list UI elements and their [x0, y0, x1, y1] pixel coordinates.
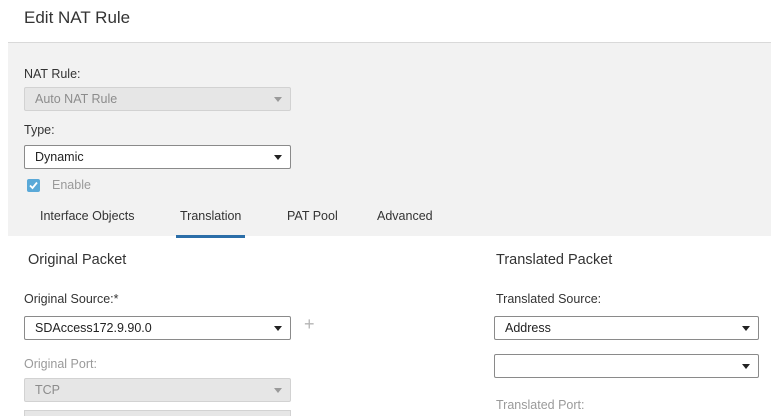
nat-rule-select[interactable]: Auto NAT Rule — [24, 87, 291, 111]
translated-port-label: Translated Port: — [496, 398, 585, 412]
type-label: Type: — [24, 123, 55, 137]
type-value: Dynamic — [35, 150, 84, 164]
original-port-select[interactable]: TCP — [24, 378, 291, 402]
original-source-value: SDAccess172.9.90.0 — [35, 321, 152, 335]
nat-rule-label: NAT Rule: — [24, 67, 81, 81]
type-select[interactable]: Dynamic — [24, 145, 291, 169]
check-icon — [29, 181, 38, 190]
tab-advanced[interactable]: Advanced — [377, 205, 433, 238]
tab-translation[interactable]: Translation — [176, 205, 246, 238]
enable-checkbox[interactable] — [27, 179, 40, 192]
original-port-value: TCP — [35, 383, 60, 397]
nat-rule-value: Auto NAT Rule — [35, 92, 118, 106]
next-field-partial — [24, 410, 291, 416]
original-source-label: Original Source:* — [24, 292, 119, 306]
chevron-down-icon — [274, 97, 282, 102]
original-port-label: Original Port: — [24, 357, 97, 371]
chevron-down-icon — [274, 388, 282, 393]
translated-packet-heading: Translated Packet — [496, 252, 613, 268]
enable-label: Enable — [52, 178, 91, 192]
original-source-select[interactable]: SDAccess172.9.90.0 — [24, 316, 291, 340]
translated-address-select[interactable] — [494, 354, 759, 378]
translated-source-value: Address — [505, 321, 551, 335]
chevron-down-icon — [742, 326, 750, 331]
add-source-button[interactable]: + — [304, 315, 315, 333]
tab-interface-objects[interactable]: Interface Objects — [40, 205, 135, 238]
chevron-down-icon — [274, 155, 282, 160]
chevron-down-icon — [742, 364, 750, 369]
original-packet-heading: Original Packet — [28, 252, 127, 268]
dialog-title: Edit NAT Rule — [24, 8, 131, 27]
translated-source-label: Translated Source: — [496, 292, 602, 306]
tab-pat-pool[interactable]: PAT Pool — [287, 205, 338, 238]
translated-source-select[interactable]: Address — [494, 316, 759, 340]
chevron-down-icon — [274, 326, 282, 331]
